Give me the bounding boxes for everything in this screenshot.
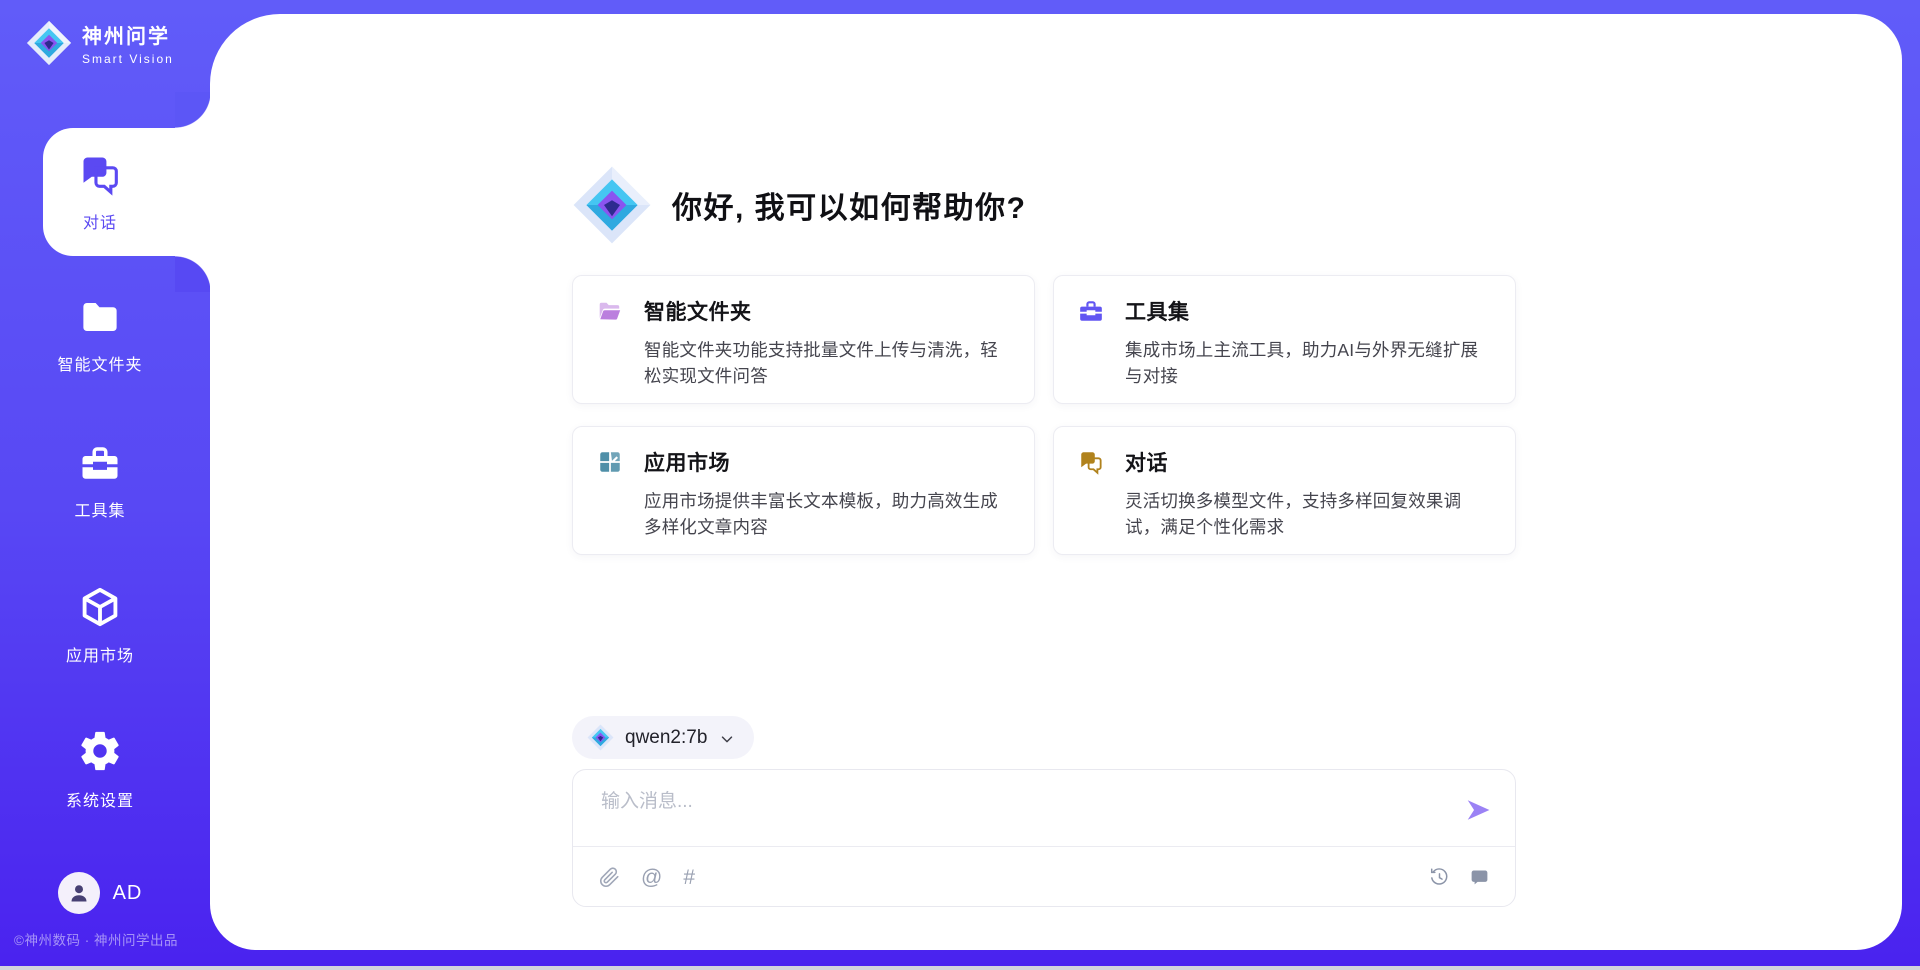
copyright-text: ©神州数码 · 神州问学出品 (14, 929, 210, 949)
user-initials: AD (113, 882, 143, 905)
history-icon[interactable] (1428, 866, 1450, 888)
main-content: 你好, 我可以如何帮助你? 智能文件夹 智能文件夹功能支持批量文件上传与清洗，轻… (572, 14, 1516, 950)
toolbox-icon (1078, 298, 1104, 324)
input-placeholder: 输入消息... (601, 786, 693, 813)
sidebar-item-label: 智能文件夹 (0, 351, 200, 375)
chat-icon (78, 152, 122, 201)
card-title: 对话 (1125, 447, 1168, 477)
mention-icon[interactable]: @ (641, 867, 662, 888)
sidebar-item-settings[interactable]: 系统设置 (0, 728, 200, 811)
app-logo-icon (572, 165, 652, 245)
brand-logo-icon (26, 20, 72, 66)
cube-icon (78, 585, 122, 634)
message-composer: 输入消息... @ # (572, 769, 1516, 907)
card-description: 灵活切换多模型文件，支持多样回复效果调试，满足个性化需求 (1125, 488, 1491, 541)
card-smart-folder[interactable]: 智能文件夹 智能文件夹功能支持批量文件上传与清洗，轻松实现文件问答 (572, 275, 1035, 404)
sidebar-item-chat[interactable]: 对话 (43, 128, 211, 256)
model-name: qwen2:7b (625, 727, 707, 749)
sidebar-item-app-market[interactable]: 应用市场 (0, 585, 200, 666)
message-icon[interactable] (1468, 866, 1490, 888)
main-panel: 你好, 我可以如何帮助你? 智能文件夹 智能文件夹功能支持批量文件上传与清洗，轻… (210, 14, 1902, 950)
brand-text: 神州问学 Smart Vision (82, 20, 174, 66)
brand-name: 神州问学 (82, 20, 174, 49)
card-description: 集成市场上主流工具，助力AI与外界无缝扩展与对接 (1125, 337, 1491, 390)
composer-toolbar: @ # (573, 847, 1515, 907)
folder-icon (79, 296, 121, 343)
card-description: 智能文件夹功能支持批量文件上传与清洗，轻松实现文件问答 (644, 337, 1010, 390)
card-app-market[interactable]: 应用市场 应用市场提供丰富长文本模板，助力高效生成多样化文章内容 (572, 426, 1035, 555)
grid-icon (597, 449, 623, 475)
card-title: 应用市场 (644, 447, 730, 477)
folder-icon (597, 298, 623, 324)
attachment-icon[interactable] (598, 866, 620, 888)
tab-curve-bottom (175, 256, 211, 292)
chevron-down-icon (718, 730, 736, 748)
card-title: 智能文件夹 (644, 296, 752, 326)
sidebar-item-label: 系统设置 (0, 787, 200, 811)
card-title: 工具集 (1125, 296, 1190, 326)
composer-toolbar-right (1428, 866, 1490, 888)
chat-icon (1078, 449, 1104, 475)
card-description: 应用市场提供丰富长文本模板，助力高效生成多样化文章内容 (644, 488, 1010, 541)
send-icon (1464, 796, 1492, 824)
send-button[interactable] (1464, 796, 1492, 824)
model-selector[interactable]: qwen2:7b (572, 716, 754, 759)
sidebar-item-toolset[interactable]: 工具集 (0, 442, 200, 521)
sidebar-item-label: 应用市场 (0, 642, 200, 666)
brand: 神州问学 Smart Vision (26, 20, 174, 66)
sidebar-item-smart-folder[interactable]: 智能文件夹 (0, 296, 200, 375)
window-bottom-edge (0, 966, 1920, 970)
model-logo-icon (587, 724, 614, 751)
hash-icon[interactable]: # (683, 867, 695, 888)
message-input[interactable]: 输入消息... (573, 770, 1515, 846)
person-icon (67, 881, 91, 905)
feature-cards: 智能文件夹 智能文件夹功能支持批量文件上传与清洗，轻松实现文件问答 (572, 275, 1516, 555)
sidebar: 神州问学 Smart Vision 对话 智能文件夹 (0, 0, 210, 970)
card-chat[interactable]: 对话 灵活切换多模型文件，支持多样回复效果调试，满足个性化需求 (1053, 426, 1516, 555)
sidebar-item-label: 工具集 (0, 497, 200, 521)
user-profile[interactable]: AD (0, 872, 200, 914)
brand-subtitle: Smart Vision (82, 52, 174, 66)
gear-icon (77, 728, 123, 779)
avatar (58, 872, 100, 914)
greeting-text: 你好, 我可以如何帮助你? (672, 183, 1027, 227)
greeting: 你好, 我可以如何帮助你? (572, 165, 1027, 245)
toolbox-icon (79, 442, 121, 489)
tab-curve-top (175, 92, 211, 128)
card-toolset[interactable]: 工具集 集成市场上主流工具，助力AI与外界无缝扩展与对接 (1053, 275, 1516, 404)
app-window: 神州问学 Smart Vision 对话 智能文件夹 (0, 0, 1920, 970)
sidebar-item-label: 对话 (83, 209, 117, 233)
